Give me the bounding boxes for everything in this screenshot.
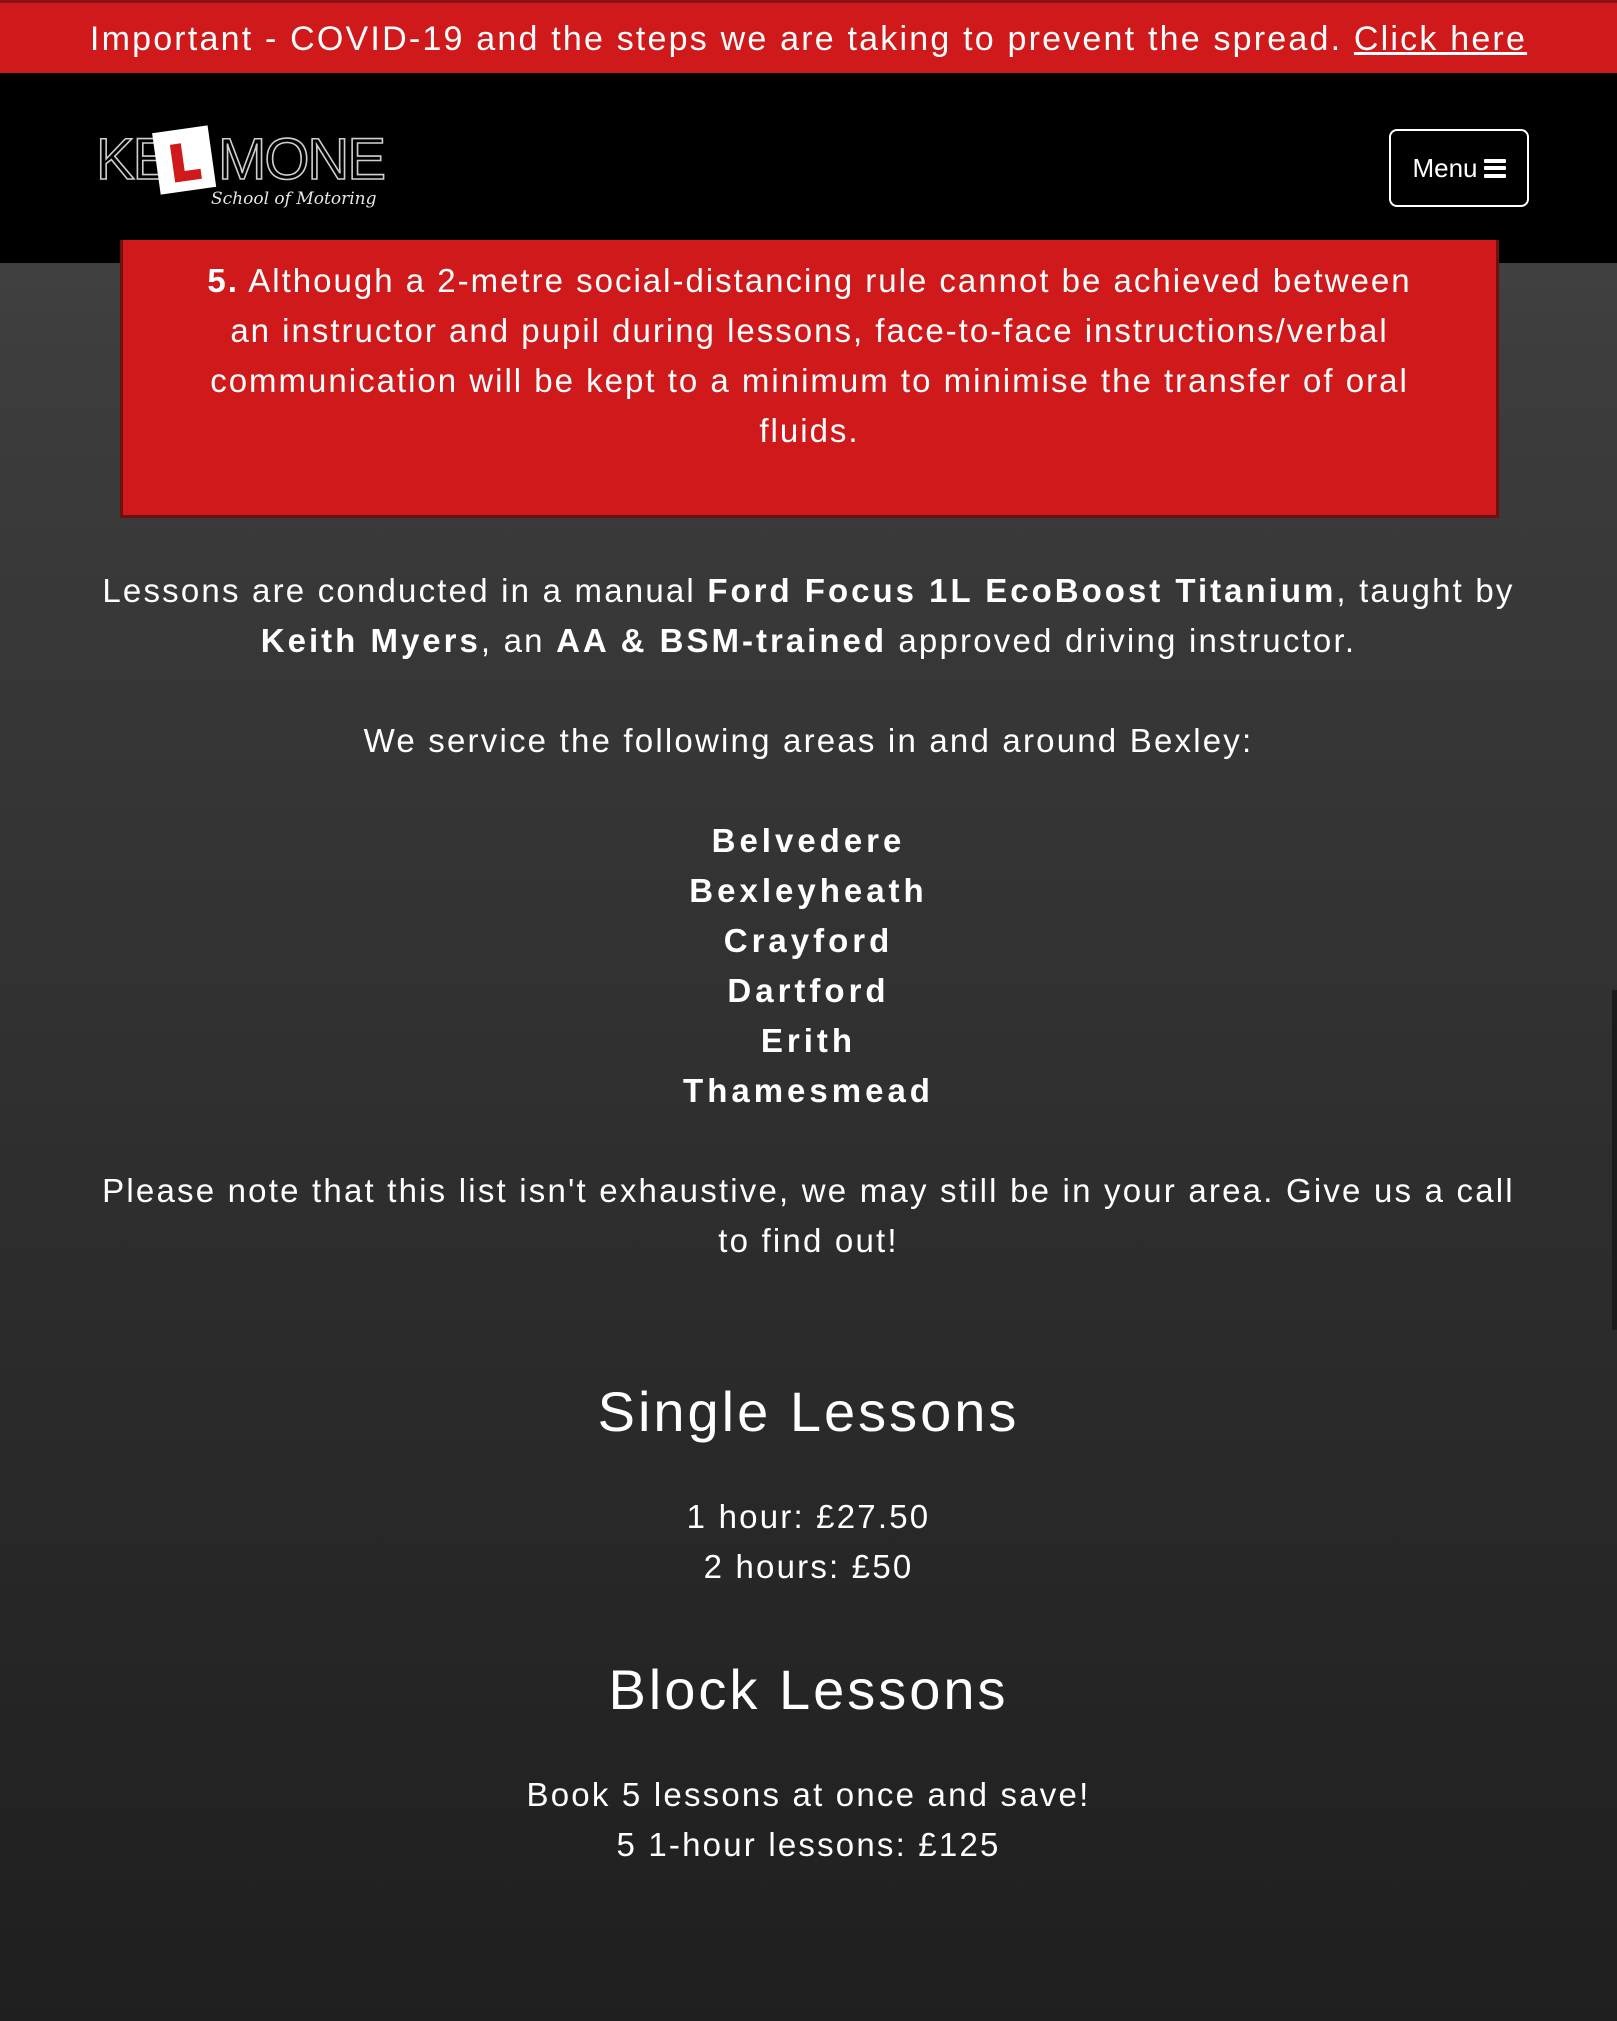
intro-text-a: Lessons are conducted in a manual xyxy=(102,572,708,609)
covid-banner-text: Important - COVID-19 and the steps we ar… xyxy=(89,20,1354,58)
covid-banner: Important - COVID-19 and the steps we ar… xyxy=(0,0,1617,73)
instructor-credentials: AA & BSM-trained xyxy=(556,622,888,659)
block-lessons-title: Block Lessons xyxy=(608,1658,1009,1721)
block-price: 5 1-hour lessons: £125 xyxy=(616,1826,1001,1863)
block-lessons-section: Block Lessons Book 5 lessons at once and… xyxy=(0,1650,1617,1863)
site-logo[interactable]: KE MONE School of Motoring xyxy=(95,119,387,219)
l-plate-icon xyxy=(152,125,217,195)
single-price-2h: 2 hours: £50 xyxy=(703,1548,914,1585)
menu-label: Menu xyxy=(1412,152,1478,183)
notice-text: Although a 2-metre social-distancing rul… xyxy=(210,262,1412,449)
single-lessons-title: Single Lessons xyxy=(597,1380,1020,1443)
area-item: Crayford xyxy=(723,922,894,959)
area-item: Belvedere xyxy=(711,822,906,859)
svg-text:School of Motoring: School of Motoring xyxy=(211,189,377,209)
intro-text-b: , taught by xyxy=(1336,572,1515,609)
areas-list: Belvedere Bexleyheath Crayford Dartford … xyxy=(100,816,1517,1116)
covid-banner-link[interactable]: Click here xyxy=(1354,20,1527,58)
intro-text-c: , an xyxy=(480,622,557,659)
svg-text:MONE: MONE xyxy=(218,127,384,192)
logo-graphic: KE MONE School of Motoring xyxy=(95,125,387,209)
intro-text-d: approved driving instructor. xyxy=(887,622,1357,659)
areas-intro: We service the following areas in and ar… xyxy=(363,722,1254,759)
instructor-name: Keith Myers xyxy=(260,622,481,659)
menu-button[interactable]: Menu xyxy=(1389,129,1529,207)
area-item: Thamesmead xyxy=(683,1072,934,1109)
hamburger-icon xyxy=(1483,158,1506,178)
areas-note: Please note that this list isn't exhaust… xyxy=(102,1172,1515,1259)
intro-section: Lessons are conducted in a manual Ford F… xyxy=(100,566,1517,1266)
area-item: Dartford xyxy=(727,972,890,1009)
block-promo: Book 5 lessons at once and save! xyxy=(526,1776,1091,1813)
single-lessons-section: Single Lessons 1 hour: £27.50 2 hours: £… xyxy=(0,1372,1617,1585)
scrollbar[interactable] xyxy=(1612,990,1617,1330)
intro-paragraph: Lessons are conducted in a manual Ford F… xyxy=(100,566,1517,666)
site-header: KE MONE School of Motoring Menu xyxy=(0,73,1617,263)
covid-notice-box: 5. Although a 2-metre social-distancing … xyxy=(120,240,1499,518)
area-item: Erith xyxy=(760,1022,857,1059)
notice-number: 5. xyxy=(207,262,239,299)
single-price-1h: 1 hour: £27.50 xyxy=(686,1498,931,1535)
area-item: Bexleyheath xyxy=(689,872,928,909)
car-model: Ford Focus 1L EcoBoost Titanium xyxy=(707,572,1337,609)
